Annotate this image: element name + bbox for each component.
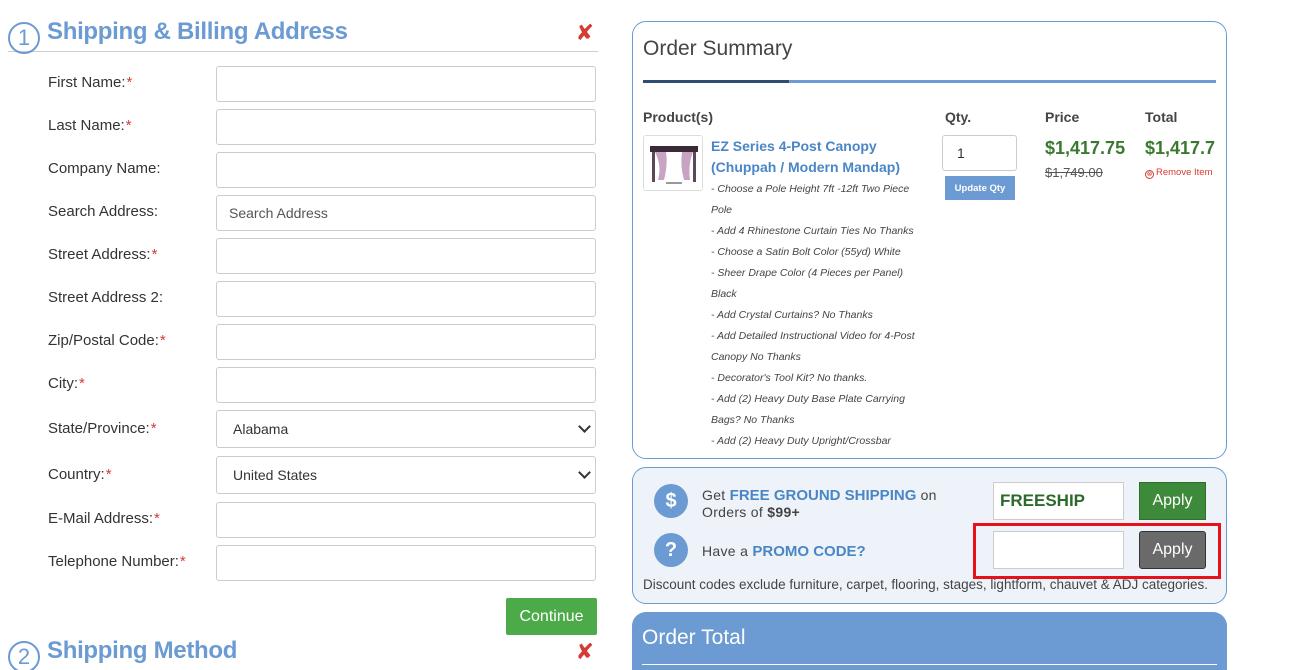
product-options: - Choose a Pole Height 7ft -12ft Two Pie… (711, 179, 925, 452)
street-address-2-label: Street Address 2: (48, 289, 164, 306)
price-header: Price (1045, 109, 1080, 125)
dollar-icon: $ (654, 484, 688, 518)
product-option: - Decorator's Tool Kit? No thanks. (711, 372, 868, 384)
remove-item-link[interactable]: ⊗ Remove Item (1145, 167, 1213, 179)
telephone-label: Telephone Number:* (48, 553, 186, 570)
chevron-down-icon (578, 466, 591, 479)
discount-disclaimer: Discount codes exclude furniture, carpet… (643, 577, 1209, 592)
email-label: E-Mail Address:* (48, 510, 160, 527)
shipping-billing-header: 1 Shipping & Billing Address ✘ (8, 18, 598, 54)
divider-accent (643, 80, 789, 83)
country-label: Country:* (48, 466, 112, 483)
product-option: - Add Crystal Curtains? No Thanks (711, 309, 873, 321)
divider (642, 664, 1217, 665)
street-address-2-input[interactable] (216, 281, 596, 317)
promo-code-text: Have a PROMO CODE? (702, 543, 866, 560)
product-option: - Choose a Satin Bolt Color (55yd) White (711, 246, 901, 258)
company-name-input[interactable] (216, 152, 596, 188)
search-address-row: Search Address: (48, 195, 598, 231)
product-option: - Add 4 Rhinestone Curtain Ties No Thank… (711, 225, 914, 237)
product-option: - Add Detailed Instructional Video for 4… (711, 330, 915, 363)
apply-promo-code-button[interactable]: Apply (1139, 531, 1206, 569)
last-name-row: Last Name:* (48, 109, 598, 145)
shipping-code-input[interactable] (993, 482, 1124, 520)
close-icon[interactable]: ✘ (576, 639, 594, 665)
apply-shipping-code-button[interactable]: Apply (1139, 482, 1206, 520)
update-qty-button[interactable]: Update Qty (945, 176, 1015, 200)
step-number: 2 (8, 641, 40, 670)
price-value: $1,417.75 (1045, 138, 1126, 158)
street-address-row: Street Address:* (48, 238, 598, 274)
total-header: Total (1145, 109, 1178, 125)
free-shipping-text: Get FREE GROUND SHIPPING on Orders of $9… (702, 487, 937, 520)
remove-item-label: Remove Item (1156, 167, 1213, 178)
product-option: - Sheer Drape Color (4 Pieces per Panel)… (711, 267, 904, 300)
search-address-input[interactable] (216, 195, 596, 231)
country-row: Country:* United States (48, 456, 598, 494)
zip-code-label: Zip/Postal Code:* (48, 332, 166, 349)
section-title: Shipping & Billing Address (47, 18, 348, 45)
first-name-label: First Name:* (48, 74, 133, 91)
question-icon: ? (654, 533, 688, 567)
product-option: - Choose a Pole Height 7ft -12ft Two Pie… (711, 183, 910, 216)
street-address-label: Street Address:* (48, 246, 158, 263)
street-address-input[interactable] (216, 238, 596, 274)
total-value: $1,417.7 (1145, 138, 1216, 158)
email-row: E-Mail Address:* (48, 502, 598, 538)
chevron-down-icon (578, 420, 591, 433)
country-select[interactable]: United States (216, 456, 596, 494)
order-total-title: Order Total (642, 626, 746, 649)
quantity-input[interactable] (942, 135, 1017, 171)
telephone-row: Telephone Number:* (48, 545, 598, 581)
company-name-row: Company Name: (48, 152, 598, 188)
city-input[interactable] (216, 367, 596, 403)
search-address-label: Search Address: (48, 203, 159, 220)
step-number: 1 (8, 22, 40, 54)
company-name-label: Company Name: (48, 160, 161, 177)
promo-code-input[interactable] (993, 531, 1124, 569)
first-name-row: First Name:* (48, 66, 598, 102)
state-label: State/Province:* (48, 420, 157, 437)
country-selected-value: United States (233, 467, 318, 483)
street-address-2-row: Street Address 2: (48, 281, 598, 317)
original-price: $1,749.00 (1045, 165, 1103, 180)
order-total-panel: Order Total (632, 612, 1227, 670)
close-icon[interactable]: ✘ (576, 20, 594, 46)
product-option: - Add (2) Heavy Duty Base Plate Carrying… (711, 393, 905, 426)
section-title: Shipping Method (47, 637, 238, 664)
last-name-input[interactable] (216, 109, 596, 145)
order-summary-panel: Order Summary Product(s) Qty. Price Tota… (632, 21, 1227, 459)
city-label: City:* (48, 375, 85, 392)
state-select[interactable]: Alabama (216, 410, 596, 448)
telephone-input[interactable] (216, 545, 596, 581)
remove-icon: ⊗ (1145, 170, 1154, 179)
first-name-input[interactable] (216, 66, 596, 102)
discount-codes-panel: $ Get FREE GROUND SHIPPING on Orders of … (632, 467, 1227, 604)
continue-button[interactable]: Continue (506, 598, 597, 635)
product-option: - Add (2) Heavy Duty Upright/Crossbar (711, 435, 891, 447)
product-thumbnail[interactable] (643, 135, 703, 191)
city-row: City:* (48, 367, 598, 403)
order-summary-title: Order Summary (643, 37, 793, 60)
email-input[interactable] (216, 502, 596, 538)
shipping-method-header: 2 Shipping Method ✘ (8, 637, 598, 670)
last-name-label: Last Name:* (48, 117, 132, 134)
zip-code-input[interactable] (216, 324, 596, 360)
zip-code-row: Zip/Postal Code:* (48, 324, 598, 360)
qty-header: Qty. (945, 109, 972, 125)
products-header: Product(s) (643, 109, 713, 125)
product-name-link[interactable]: EZ Series 4-Post Canopy (Chuppah / Moder… (711, 136, 931, 178)
state-row: State/Province:* Alabama (48, 410, 598, 448)
state-selected-value: Alabama (233, 421, 289, 437)
